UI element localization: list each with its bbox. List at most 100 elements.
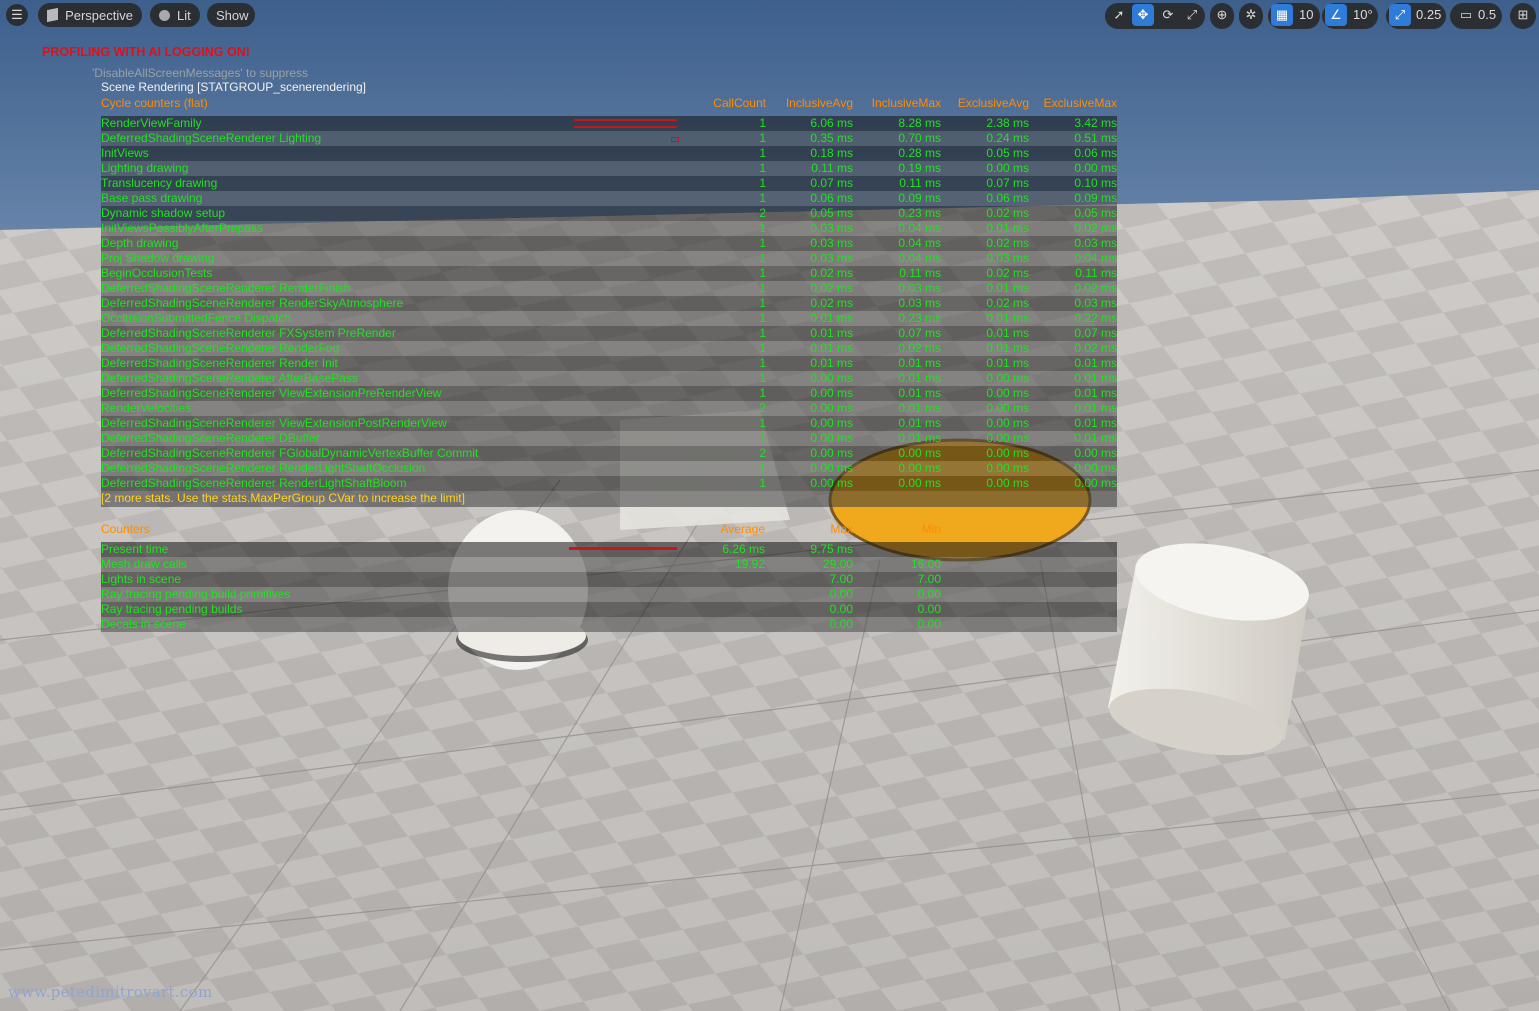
rotate-tool-button[interactable]: ⟳ (1157, 4, 1179, 26)
inclusive-max: 0.04 ms (898, 251, 941, 265)
counter-name: Mesh draw calls (101, 557, 188, 571)
stat-name: DeferredShadingSceneRenderer Lighting (101, 131, 322, 145)
cycle-name-header: Cycle counters (flat) (101, 96, 208, 110)
call-count: 1 (759, 251, 766, 265)
viewport-menu-button[interactable]: ☰ (6, 4, 28, 26)
table-row: DeferredShadingSceneRenderer ViewExtensi… (101, 416, 1117, 431)
grid-snap-toggle[interactable]: ▦ (1271, 4, 1293, 26)
exclusive-max: 0.00 ms (1074, 161, 1117, 175)
counter-max: 9.75 ms (810, 542, 853, 556)
table-row: Base pass drawing 1 0.06 ms 0.09 ms 0.06 ms 0… (101, 191, 1117, 206)
inclusive-avg: 0.02 ms (810, 266, 853, 280)
stat-name: DeferredShadingSceneRenderer ViewExtensi… (101, 416, 447, 430)
inclusive-avg: 0.02 ms (810, 296, 853, 310)
rotation-snap-toggle[interactable]: ∠ (1325, 4, 1347, 26)
counter-max: 0.00 (829, 617, 853, 631)
counters-header: Counters Average Max Min (101, 522, 1117, 537)
inclusive-avg: 0.00 ms (810, 461, 853, 475)
stat-name: Proj Shadow drawing (101, 251, 215, 265)
stat-name: DeferredShadingSceneRenderer DBuffer (101, 431, 320, 445)
inclusive-avg: 0.18 ms (810, 146, 853, 160)
table-row: DeferredShadingSceneRenderer DBuffer 1 0.0… (101, 431, 1117, 446)
inclusive-max: 0.00 ms (898, 461, 941, 475)
inclusive-max: 0.01 ms (898, 386, 941, 400)
exclusive-avg: 0.01 ms (986, 281, 1029, 295)
inclusive-avg: 0.03 ms (810, 236, 853, 250)
inclusive-avg: 0.01 ms (810, 326, 853, 340)
sphere-icon (159, 9, 170, 21)
table-row: InitViews 1 0.18 ms 0.28 ms 0.05 ms 0.06 ms (101, 146, 1117, 161)
call-count: 1 (759, 191, 766, 205)
scale-snap-value[interactable]: 0.25 (1416, 7, 1441, 22)
call-count: 1 (759, 161, 766, 175)
grid-icon: ▦ (1275, 7, 1289, 22)
stat-name: DeferredShadingSceneRenderer RenderFinis… (101, 281, 351, 295)
inclusive-avg: 0.02 ms (810, 281, 853, 295)
exclusive-max: 0.00 ms (1074, 476, 1117, 490)
view-mode-button[interactable]: Lit (150, 3, 200, 27)
stat-name: DeferredShadingSceneRenderer FGlobalDyna… (101, 446, 479, 460)
counter-name: Ray tracing pending builds (101, 602, 243, 616)
world-coords-button[interactable]: ⊕ (1211, 4, 1233, 26)
inclusive-max: 0.07 ms (898, 326, 941, 340)
table-row: Ray tracing pending builds 0.00 0.00 (101, 602, 1117, 617)
scale-snap-toggle[interactable]: ⤢ (1389, 4, 1411, 26)
stat-overlay: Scene Rendering [STATGROUP_scenerenderin… (101, 80, 1117, 632)
exclusive-avg: 0.00 ms (986, 386, 1029, 400)
inclusive-max: 0.01 ms (898, 416, 941, 430)
move-icon: ✥ (1137, 7, 1149, 22)
exclusive-avg: 0.02 ms (986, 296, 1029, 310)
counter-name: Present time (101, 542, 169, 556)
table-row: DeferredShadingSceneRenderer ViewExtensi… (101, 386, 1117, 401)
rotation-snap-value[interactable]: 10° (1353, 7, 1373, 22)
scale-icon: ⤢ (1186, 7, 1198, 22)
surface-snap-button[interactable]: ✲ (1240, 4, 1262, 26)
watermark: www.petedimitrovart.com (8, 983, 213, 1001)
table-row: DeferredShadingSceneRenderer RenderLight… (101, 461, 1117, 476)
exclusive-avg: 0.06 ms (986, 191, 1029, 205)
scale-snap-icon: ⤢ (1394, 7, 1406, 22)
table-row: Lighting drawing 1 0.11 ms 0.19 ms 0.00 ms 0.… (101, 161, 1117, 176)
exclusive-avg: 0.03 ms (986, 251, 1029, 265)
stat-name: DeferredShadingSceneRenderer AfterBasePa… (101, 371, 358, 385)
exclusive-max: 0.02 ms (1074, 281, 1117, 295)
show-button[interactable]: Show (207, 3, 255, 27)
exclusive-max: 0.02 ms (1074, 221, 1117, 235)
select-tool-button[interactable]: ➚ (1108, 4, 1130, 26)
counter-min: 0.00 (917, 587, 941, 601)
callcount-header: CallCount (713, 96, 766, 110)
inclusive-avg: 0.00 ms (810, 476, 853, 490)
inclusive-avg: 0.00 ms (810, 386, 853, 400)
exclusive-max: 0.01 ms (1074, 356, 1117, 370)
inclusive-max: 0.01 ms (898, 371, 941, 385)
inclusive-avg: 0.00 ms (810, 416, 853, 430)
grid-snap-value[interactable]: 10 (1299, 7, 1313, 22)
camera-speed-value[interactable]: 0.5 (1478, 7, 1496, 22)
call-count: 1 (759, 461, 766, 475)
table-row: RenderViewFamily 1 6.06 ms 8.28 ms 2.38 ms 3.… (101, 116, 1117, 131)
exclusive-avg: 0.02 ms (986, 236, 1029, 250)
inclusive-max: 0.03 ms (898, 296, 941, 310)
table-row: DeferredShadingSceneRenderer AfterBasePa… (101, 371, 1117, 386)
suppress-hint: 'DisableAllScreenMessages' to suppress (92, 66, 309, 80)
stat-name: DeferredShadingSceneRenderer RenderLight… (101, 476, 407, 490)
exclusive-max: 0.00 ms (1074, 446, 1117, 460)
table-row: DeferredShadingSceneRenderer Lighting 1 0.… (101, 131, 1117, 146)
translate-tool-button[interactable]: ✥ (1132, 4, 1154, 26)
exclusive-avg: 0.24 ms (986, 131, 1029, 145)
stat-name: RenderViewFamily (101, 116, 202, 130)
layout-grid-icon: ⊞ (1517, 7, 1529, 22)
viewport-layout-button[interactable]: ⊞ (1512, 4, 1534, 26)
exclusive-avg: 0.01 ms (986, 221, 1029, 235)
camera-speed-button[interactable]: ▭ (1455, 4, 1477, 26)
call-count: 2 (759, 401, 766, 415)
call-count: 1 (759, 326, 766, 340)
exclusive-avg: 0.00 ms (986, 161, 1029, 175)
inclusive-avg: 0.01 ms (810, 341, 853, 355)
inclusive-avg: 0.35 ms (810, 131, 853, 145)
counter-name: Ray tracing pending build primitives (101, 587, 291, 601)
table-row: DeferredShadingSceneRenderer FGlobalDyna… (101, 446, 1117, 461)
perspective-button[interactable]: Perspective (38, 3, 142, 27)
table-row: DeferredShadingSceneRenderer RenderSkyAt… (101, 296, 1117, 311)
scale-tool-button[interactable]: ⤢ (1181, 4, 1203, 26)
